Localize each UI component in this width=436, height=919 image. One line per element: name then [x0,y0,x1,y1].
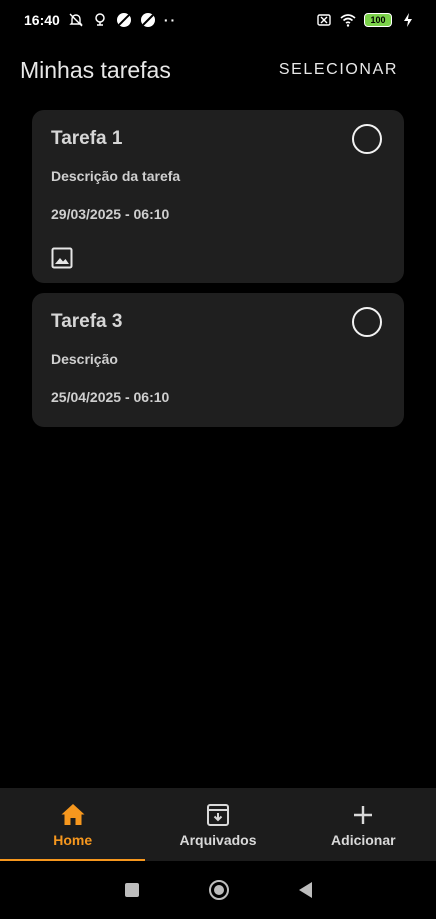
app-notification-icon [140,13,155,27]
nav-item-home[interactable]: Home [0,788,146,861]
home-icon [61,803,85,825]
nav-label-home: Home [53,831,93,848]
task-title: Tarefa 3 [51,311,123,332]
location-icon [95,13,105,26]
task-title: Tarefa 1 [51,128,123,149]
recent-apps-button[interactable] [124,883,139,897]
app-screen: 16:40 ·· 100 Minhas tarefas SELECIONAR T… [0,0,436,919]
wifi-icon [340,14,356,27]
no-sim-icon [317,14,331,26]
select-button[interactable]: SELECIONAR [279,61,416,79]
task-card[interactable]: Tarefa 1 Descrição da tarefa 29/03/2025 … [32,110,404,283]
more-notifications-indicator: ·· [163,12,178,28]
status-right: 100 [316,12,416,28]
home-system-button[interactable] [208,880,229,900]
task-date: 29/03/2025 - 06:10 [51,206,170,222]
app-notification-icon [116,13,131,27]
system-navigation-bar [0,861,436,919]
task-date: 25/04/2025 - 06:10 [51,389,170,405]
bottom-navigation: Home Arquivados Adicionar [0,788,436,861]
task-card[interactable]: Tarefa 3 Descrição 25/04/2025 - 06:10 [32,293,404,427]
notifications-off-icon [69,13,83,27]
nav-item-add[interactable]: Adicionar [291,788,436,861]
nav-label-add: Adicionar [331,831,396,848]
app-header: Minhas tarefas SELECIONAR [0,52,436,88]
status-bar: 16:40 ·· 100 [0,0,436,40]
task-list: Tarefa 1 Descrição da tarefa 29/03/2025 … [32,110,404,437]
archive-icon [206,803,229,826]
battery-indicator: 100 [364,13,392,27]
back-button[interactable] [298,882,312,898]
task-complete-checkbox[interactable] [352,307,382,337]
page-title: Minhas tarefas [20,56,171,83]
task-complete-checkbox[interactable] [352,124,382,154]
nav-label-archived: Arquivados [179,831,257,848]
status-time: 16:40 [24,12,60,28]
nav-item-archived[interactable]: Arquivados [145,788,290,861]
task-description: Descrição [51,351,118,367]
plus-icon [354,805,373,824]
image-icon [51,247,73,269]
charging-icon [404,13,412,27]
status-left: 16:40 ·· [24,12,177,28]
task-description: Descrição da tarefa [51,168,181,184]
